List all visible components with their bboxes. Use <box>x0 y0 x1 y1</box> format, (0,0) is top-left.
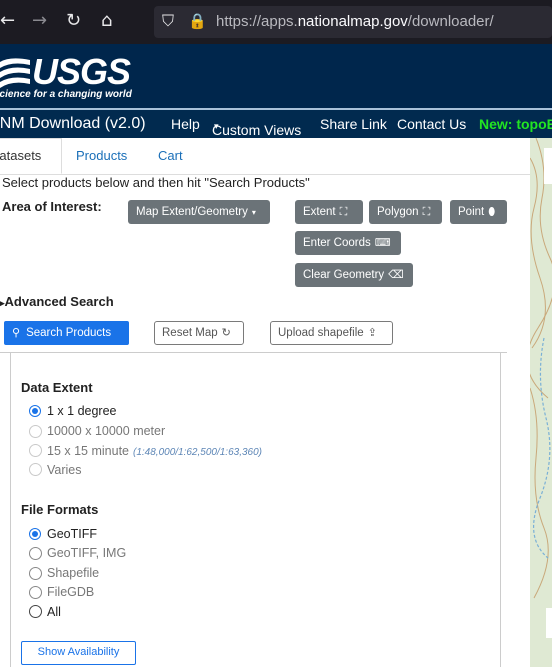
show-availability-button[interactable]: Show Availability <box>21 641 136 665</box>
extent-option-label[interactable]: Varies <box>47 463 82 477</box>
search-panel: Datasets Products Cart Select products b… <box>0 138 530 667</box>
extent-option-label[interactable]: 15 x 15 minute (1:48,000/1:62,500/1:63,36… <box>47 444 262 458</box>
eraser-icon: ⌫ <box>388 268 404 281</box>
advanced-search-toggle[interactable]: ▸Advanced Search <box>0 294 114 309</box>
extent-radio-15min[interactable] <box>29 444 42 457</box>
scale-note: (1:48,000/1:62,500/1:63,360) <box>133 447 262 458</box>
polygon-icon: ⛶ <box>422 205 431 218</box>
app-navbar: TNM Download (v2.0) Help Custom Views ▾ S… <box>0 108 552 138</box>
map-extent-geometry-dropdown[interactable]: Map Extent/Geometry ▾ <box>128 200 270 224</box>
instructions-text: Select products below and then hit "Sear… <box>2 175 310 190</box>
back-arrow-icon[interactable]: ← <box>0 10 15 32</box>
extent-radio-varies[interactable] <box>29 463 42 476</box>
app-title[interactable]: TNM Download (v2.0) <box>0 115 146 133</box>
refresh-icon: ↻ <box>221 326 231 339</box>
reload-icon[interactable]: ↻ <box>66 10 81 32</box>
home-icon[interactable]: ⌂ <box>101 10 112 32</box>
format-radio-geotiff-img[interactable] <box>29 547 42 560</box>
search-products-button[interactable]: ⚲ Search Products <box>4 321 129 345</box>
tab-products[interactable]: Products <box>76 138 127 174</box>
contact-us-link[interactable]: Contact Us <box>397 116 466 132</box>
upload-icon: ⇪ <box>367 326 377 339</box>
format-radio-geotiff[interactable] <box>29 528 41 540</box>
data-extent-heading: Data Extent <box>21 380 93 395</box>
extent-button[interactable]: Extent ⛶ <box>295 200 363 224</box>
topo-map-graphic <box>530 138 552 667</box>
clear-geometry-button[interactable]: Clear Geometry ⌫ <box>295 263 413 287</box>
extent-radio-10000m[interactable] <box>29 425 42 438</box>
map-view[interactable] <box>530 138 552 667</box>
format-option-label[interactable]: GeoTIFF, IMG <box>47 546 126 560</box>
format-option-label[interactable]: All <box>47 605 61 619</box>
usgs-logo[interactable]: USGS science for a changing world <box>0 52 132 100</box>
format-option-label[interactable]: Shapefile <box>47 566 99 580</box>
tab-bar: Datasets Products Cart <box>0 138 530 175</box>
keyboard-icon: ⌨ <box>374 236 391 249</box>
polygon-button[interactable]: Polygon ⛶ <box>369 200 442 224</box>
map-marker-icon: ⬮ <box>488 205 496 218</box>
usgs-wave-icon <box>0 58 30 88</box>
format-option-label[interactable]: FileGDB <box>47 585 94 599</box>
usgs-banner: USGS science for a changing world <box>0 44 552 108</box>
tab-datasets[interactable]: Datasets <box>0 138 62 174</box>
aoi-label: Area of Interest: <box>2 199 102 214</box>
format-radio-shapefile[interactable] <box>29 567 42 580</box>
file-formats-heading: File Formats <box>21 502 99 517</box>
enter-coords-button[interactable]: Enter Coords ⌨ <box>295 231 401 255</box>
extent-option-label[interactable]: 1 x 1 degree <box>47 404 117 418</box>
tab-cart[interactable]: Cart <box>158 138 183 174</box>
custom-views-dropdown[interactable]: Custom Views ▾ <box>212 116 301 138</box>
reset-map-button[interactable]: Reset Map ↻ <box>154 321 244 345</box>
url-text[interactable]: https://apps.nationalmap.gov/downloader/ <box>216 13 494 30</box>
extent-option-label[interactable]: 10000 x 10000 meter <box>47 424 165 438</box>
help-link[interactable]: Help <box>171 116 200 132</box>
caret-down-icon: ▾ <box>251 208 256 217</box>
url-bar[interactable]: ⛉ 🔒 https://apps.nationalmap.gov/downloa… <box>154 6 552 38</box>
point-button[interactable]: Point ⬮ <box>450 200 507 224</box>
browser-toolbar: ← → ↻ ⌂ ⛉ 🔒 https://apps.nationalmap.gov… <box>0 0 552 44</box>
format-radio-filegdb[interactable] <box>29 586 42 599</box>
format-radio-all[interactable] <box>29 605 42 618</box>
format-option-label[interactable]: GeoTIFF <box>47 527 97 541</box>
new-topo-link[interactable]: New: topoB <box>479 116 552 132</box>
shield-icon[interactable]: ⛉ <box>162 10 174 32</box>
share-link[interactable]: Share Link <box>320 116 387 132</box>
search-icon: ⚲ <box>12 326 21 339</box>
upload-shapefile-button[interactable]: Upload shapefile ⇪ <box>270 321 393 345</box>
extent-radio-1x1[interactable] <box>29 405 41 417</box>
forward-arrow-icon[interactable]: → <box>32 10 47 32</box>
lock-icon[interactable]: 🔒 <box>188 10 207 32</box>
extent-icon: ⛶ <box>339 205 348 218</box>
